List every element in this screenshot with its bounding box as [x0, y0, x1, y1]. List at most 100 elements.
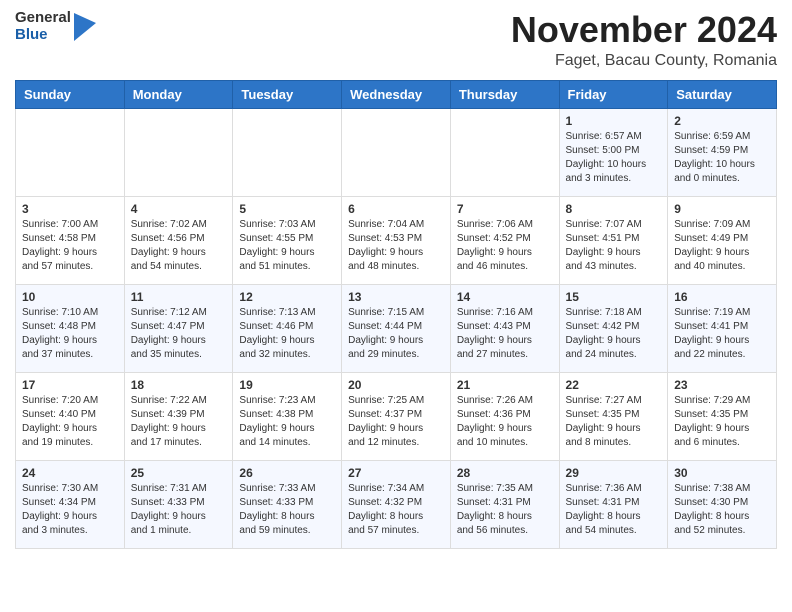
day-number: 17	[22, 378, 118, 392]
day-number: 24	[22, 466, 118, 480]
day-info: Sunrise: 7:04 AM Sunset: 4:53 PM Dayligh…	[348, 218, 444, 274]
calendar-cell: 9 Sunrise: 7:09 AM Sunset: 4:49 PM Daylig…	[668, 196, 777, 284]
day-number: 21	[457, 378, 553, 392]
day-info: Sunrise: 7:06 AM Sunset: 4:52 PM Dayligh…	[457, 218, 553, 274]
day-number: 25	[131, 466, 227, 480]
day-number: 9	[674, 202, 770, 216]
weekday-header-row: SundayMondayTuesdayWednesdayThursdayFrid…	[16, 80, 777, 108]
weekday-header-saturday: Saturday	[668, 80, 777, 108]
day-info: Sunrise: 7:10 AM Sunset: 4:48 PM Dayligh…	[22, 306, 118, 362]
calendar-cell: 12Sunrise: 7:13 AM Sunset: 4:46 PM Dayli…	[233, 284, 342, 372]
calendar-cell: 11Sunrise: 7:12 AM Sunset: 4:47 PM Dayli…	[124, 284, 233, 372]
week-row-1: 1 Sunrise: 6:57 AM Sunset: 5:00 PM Daylig…	[16, 108, 777, 196]
calendar-cell: 7 Sunrise: 7:06 AM Sunset: 4:52 PM Daylig…	[450, 196, 559, 284]
calendar-cell: 24 Sunrise: 7:30 AM Sunset: 4:34 PM Dayli…	[16, 460, 125, 548]
day-number: 3	[22, 202, 118, 216]
week-row-2: 3 Sunrise: 7:00 AM Sunset: 4:58 PM Daylig…	[16, 196, 777, 284]
day-number: 29	[566, 466, 662, 480]
day-number: 6	[348, 202, 444, 216]
calendar-cell	[450, 108, 559, 196]
calendar-cell: 17 Sunrise: 7:20 AM Sunset: 4:40 PM Dayli…	[16, 372, 125, 460]
day-info: Sunrise: 7:00 AM Sunset: 4:58 PM Dayligh…	[22, 218, 118, 274]
day-info: Sunrise: 7:35 AM Sunset: 4:31 PM Dayligh…	[457, 482, 553, 538]
day-info: Sunrise: 6:59 AM Sunset: 4:59 PM Dayligh…	[674, 130, 770, 186]
day-info: Sunrise: 7:02 AM Sunset: 4:56 PM Dayligh…	[131, 218, 227, 274]
calendar-cell: 3 Sunrise: 7:00 AM Sunset: 4:58 PM Daylig…	[16, 196, 125, 284]
day-info: Sunrise: 7:13 AM Sunset: 4:46 PM Dayligh…	[239, 306, 335, 362]
day-info: Sunrise: 6:57 AM Sunset: 5:00 PM Dayligh…	[566, 130, 662, 186]
logo-general-text: General	[15, 10, 71, 27]
day-info: Sunrise: 7:23 AM Sunset: 4:38 PM Dayligh…	[239, 394, 335, 450]
day-info: Sunrise: 7:34 AM Sunset: 4:32 PM Dayligh…	[348, 482, 444, 538]
day-info: Sunrise: 7:36 AM Sunset: 4:31 PM Dayligh…	[566, 482, 662, 538]
day-info: Sunrise: 7:26 AM Sunset: 4:36 PM Dayligh…	[457, 394, 553, 450]
day-number: 14	[457, 290, 553, 304]
day-info: Sunrise: 7:33 AM Sunset: 4:33 PM Dayligh…	[239, 482, 335, 538]
header: General Blue November 2024 Faget, Bacau …	[15, 10, 777, 70]
day-info: Sunrise: 7:25 AM Sunset: 4:37 PM Dayligh…	[348, 394, 444, 450]
calendar-cell: 29 Sunrise: 7:36 AM Sunset: 4:31 PM Dayli…	[559, 460, 668, 548]
calendar-cell: 22Sunrise: 7:27 AM Sunset: 4:35 PM Dayli…	[559, 372, 668, 460]
calendar-table: SundayMondayTuesdayWednesdayThursdayFrid…	[15, 80, 777, 549]
calendar-cell: 13 Sunrise: 7:15 AM Sunset: 4:44 PM Dayli…	[342, 284, 451, 372]
logo-blue-text: Blue	[15, 27, 71, 44]
weekday-header-thursday: Thursday	[450, 80, 559, 108]
week-row-3: 10 Sunrise: 7:10 AM Sunset: 4:48 PM Dayli…	[16, 284, 777, 372]
calendar-cell: 16 Sunrise: 7:19 AM Sunset: 4:41 PM Dayli…	[668, 284, 777, 372]
calendar-cell: 18 Sunrise: 7:22 AM Sunset: 4:39 PM Dayli…	[124, 372, 233, 460]
weekday-header-tuesday: Tuesday	[233, 80, 342, 108]
day-number: 18	[131, 378, 227, 392]
calendar-cell: 30 Sunrise: 7:38 AM Sunset: 4:30 PM Dayli…	[668, 460, 777, 548]
calendar-cell: 28 Sunrise: 7:35 AM Sunset: 4:31 PM Dayli…	[450, 460, 559, 548]
day-info: Sunrise: 7:22 AM Sunset: 4:39 PM Dayligh…	[131, 394, 227, 450]
logo: General Blue	[15, 10, 96, 43]
day-info: Sunrise: 7:30 AM Sunset: 4:34 PM Dayligh…	[22, 482, 118, 538]
day-number: 26	[239, 466, 335, 480]
calendar-cell: 23Sunrise: 7:29 AM Sunset: 4:35 PM Dayli…	[668, 372, 777, 460]
day-number: 28	[457, 466, 553, 480]
logo-icon	[74, 13, 96, 41]
day-info: Sunrise: 7:15 AM Sunset: 4:44 PM Dayligh…	[348, 306, 444, 362]
calendar-cell: 26 Sunrise: 7:33 AM Sunset: 4:33 PM Dayli…	[233, 460, 342, 548]
day-number: 30	[674, 466, 770, 480]
day-number: 2	[674, 114, 770, 128]
day-info: Sunrise: 7:18 AM Sunset: 4:42 PM Dayligh…	[566, 306, 662, 362]
calendar-cell: 10 Sunrise: 7:10 AM Sunset: 4:48 PM Dayli…	[16, 284, 125, 372]
day-number: 16	[674, 290, 770, 304]
calendar-cell	[16, 108, 125, 196]
day-number: 8	[566, 202, 662, 216]
month-title: November 2024	[511, 10, 777, 50]
day-number: 7	[457, 202, 553, 216]
calendar-cell: 1 Sunrise: 6:57 AM Sunset: 5:00 PM Daylig…	[559, 108, 668, 196]
day-info: Sunrise: 7:03 AM Sunset: 4:55 PM Dayligh…	[239, 218, 335, 274]
day-info: Sunrise: 7:27 AM Sunset: 4:35 PM Dayligh…	[566, 394, 662, 450]
calendar-cell	[342, 108, 451, 196]
weekday-header-sunday: Sunday	[16, 80, 125, 108]
day-info: Sunrise: 7:19 AM Sunset: 4:41 PM Dayligh…	[674, 306, 770, 362]
day-number: 10	[22, 290, 118, 304]
day-info: Sunrise: 7:31 AM Sunset: 4:33 PM Dayligh…	[131, 482, 227, 538]
day-number: 15	[566, 290, 662, 304]
weekday-header-friday: Friday	[559, 80, 668, 108]
day-info: Sunrise: 7:09 AM Sunset: 4:49 PM Dayligh…	[674, 218, 770, 274]
title-area: November 2024 Faget, Bacau County, Roman…	[511, 10, 777, 70]
day-number: 1	[566, 114, 662, 128]
day-number: 20	[348, 378, 444, 392]
calendar-cell: 25 Sunrise: 7:31 AM Sunset: 4:33 PM Dayli…	[124, 460, 233, 548]
day-info: Sunrise: 7:20 AM Sunset: 4:40 PM Dayligh…	[22, 394, 118, 450]
day-number: 5	[239, 202, 335, 216]
day-number: 19	[239, 378, 335, 392]
calendar-cell: 14Sunrise: 7:16 AM Sunset: 4:43 PM Dayli…	[450, 284, 559, 372]
day-number: 27	[348, 466, 444, 480]
calendar-cell	[233, 108, 342, 196]
day-number: 13	[348, 290, 444, 304]
calendar-cell: 6 Sunrise: 7:04 AM Sunset: 4:53 PM Daylig…	[342, 196, 451, 284]
calendar-cell: 8 Sunrise: 7:07 AM Sunset: 4:51 PM Daylig…	[559, 196, 668, 284]
day-info: Sunrise: 7:38 AM Sunset: 4:30 PM Dayligh…	[674, 482, 770, 538]
day-number: 11	[131, 290, 227, 304]
day-info: Sunrise: 7:07 AM Sunset: 4:51 PM Dayligh…	[566, 218, 662, 274]
calendar-cell: 4Sunrise: 7:02 AM Sunset: 4:56 PM Daylig…	[124, 196, 233, 284]
calendar-cell: 27 Sunrise: 7:34 AM Sunset: 4:32 PM Dayli…	[342, 460, 451, 548]
weekday-header-monday: Monday	[124, 80, 233, 108]
week-row-4: 17 Sunrise: 7:20 AM Sunset: 4:40 PM Dayli…	[16, 372, 777, 460]
